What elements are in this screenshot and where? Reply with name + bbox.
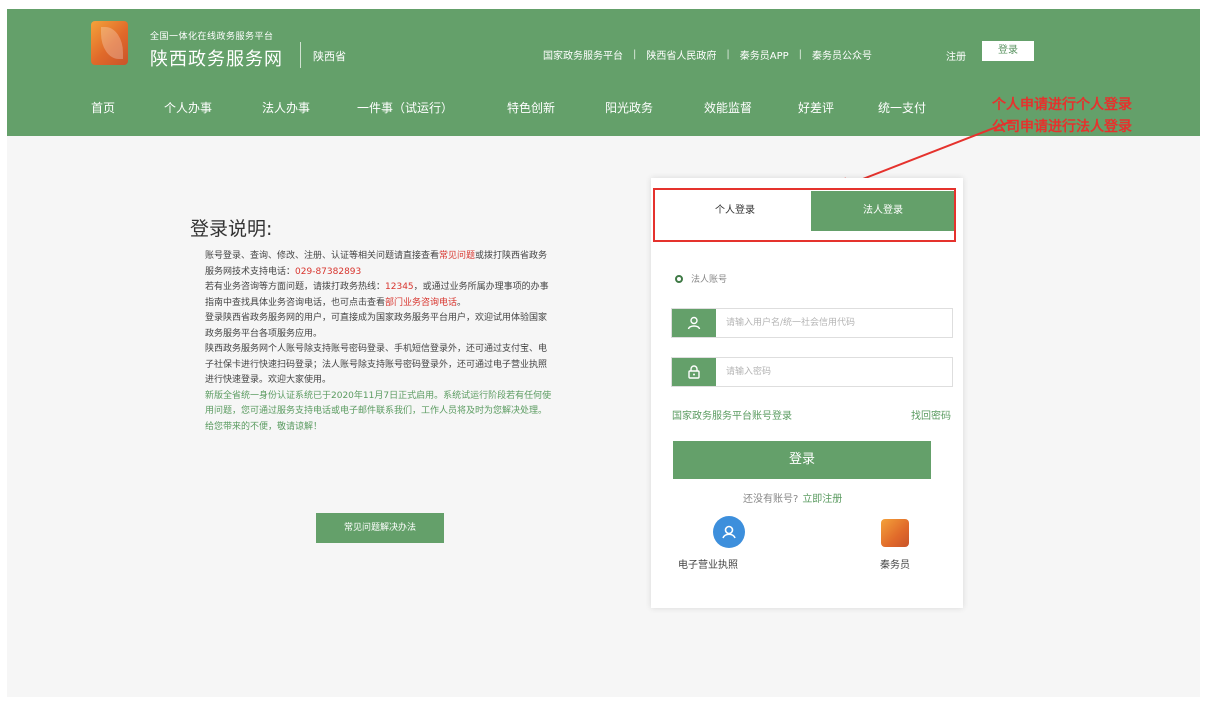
nav-item-one-thing[interactable]: 一件事（试运行） [357, 99, 453, 116]
region-label[interactable]: 陕西省 [313, 48, 346, 64]
annotation-line-1: 个人申请进行个人登录 [992, 97, 1132, 113]
top-link-app[interactable]: 秦务员APP [740, 47, 789, 62]
password-field [671, 357, 953, 387]
annotation-text: 个人申请进行个人登录 公司申请进行法人登录 [992, 94, 1132, 138]
instructions-paragraph: 登录陕西省政务服务网的用户，可直接成为国家政务服务平台用户，欢迎试用体验国家政务… [205, 313, 548, 339]
forgot-password-link[interactable]: 找回密码 [911, 407, 951, 422]
top-link-national-platform[interactable]: 国家政务服务平台 [543, 47, 623, 62]
radio-selected-icon[interactable] [675, 274, 683, 283]
top-link-official-account[interactable]: 秦务员公众号 [812, 47, 872, 62]
instructions-paragraph: 账号登录、查询、修改、注册、认证等相关问题请直接查看常见问题或拨打陕西省政务服务… [205, 249, 555, 280]
login-card: 个人登录 法人登录 法人账号 国家政务服务平台账号登录 找回密码 登录 还没有账… [651, 178, 963, 608]
login-tabs: 个人登录 法人登录 [659, 191, 955, 231]
link-separator: | [726, 49, 730, 60]
hotline: 12345 [385, 282, 414, 292]
platform-subtitle: 全国一体化在线政务服务平台 [150, 32, 274, 42]
instructions-notice: 新版全省统一身份认证系统已于2020年11月7日正式启用。系统试运行阶段若有任何… [205, 390, 552, 432]
qr-code-icon[interactable] [922, 242, 957, 286]
annotation-line-2: 公司申请进行法人登录 [992, 119, 1132, 135]
nav-item-supervision[interactable]: 效能监督 [704, 99, 752, 116]
nav-item-open-gov[interactable]: 阳光政务 [605, 99, 653, 116]
tab-legal-login[interactable]: 法人登录 [811, 191, 955, 231]
password-input[interactable] [724, 363, 948, 381]
faq-link[interactable]: 常见问题 [439, 251, 475, 261]
ebiz-license-label[interactable]: 电子营业执照 [678, 556, 738, 571]
instr-text: 。 [457, 297, 467, 308]
username-field [671, 308, 953, 338]
account-type-row[interactable]: 法人账号 [675, 272, 727, 285]
register-now-link[interactable]: 立即注册 [802, 494, 842, 505]
no-account-row: 还没有账号? 立即注册 [743, 490, 842, 505]
nav-item-innovation[interactable]: 特色创新 [507, 99, 555, 116]
department-phone-link[interactable]: 部门业务咨询电话 [385, 298, 457, 308]
account-type-label: 法人账号 [691, 275, 728, 285]
no-account-text: 还没有账号? [743, 494, 799, 505]
user-icon [672, 309, 716, 337]
instr-text: 若有业务咨询等方面问题，请拨打政务热线： [205, 282, 386, 292]
login-button[interactable]: 登录 [673, 441, 931, 479]
qinwuyuan-icon[interactable] [881, 519, 909, 547]
instructions-body: 账号登录、查询、修改、注册、认证等相关问题请直接查看常见问题或拨打陕西省政务服务… [205, 249, 555, 435]
instructions-title: 登录说明: [190, 218, 273, 240]
support-phone: 029-87382893 [295, 266, 362, 277]
nav-item-rating[interactable]: 好差评 [798, 99, 834, 116]
logo-icon[interactable] [91, 21, 128, 65]
register-link[interactable]: 注册 [946, 48, 966, 63]
nav-item-payment[interactable]: 统一支付 [878, 99, 926, 116]
page-frame: 全国一体化在线政务服务平台 陕西政务服务网 陕西省 国家政务服务平台 | 陕西省… [7, 9, 1200, 697]
top-links: 国家政务服务平台 | 陕西省人民政府 | 秦务员APP | 秦务员公众号 [543, 47, 872, 62]
top-link-provincial-gov[interactable]: 陕西省人民政府 [646, 47, 716, 62]
national-platform-login-link[interactable]: 国家政务服务平台账号登录 [672, 407, 792, 422]
instructions-paragraph: 若有业务咨询等方面问题，请拨打政务热线：12345，或通过业务所属办理事项的办事… [205, 280, 555, 311]
faq-solutions-button[interactable]: 常见问题解决办法 [316, 513, 444, 543]
nav-item-legal[interactable]: 法人办事 [262, 99, 310, 116]
instructions-paragraph: 陕西政务服务网个人账号除支持账号密码登录、手机短信登录外，还可通过支付宝、电子社… [205, 344, 548, 385]
header-login-button[interactable]: 登录 [982, 41, 1034, 61]
link-separator: | [633, 49, 637, 60]
tab-personal-login[interactable]: 个人登录 [659, 191, 811, 231]
lock-icon [672, 358, 716, 386]
nav-item-home[interactable]: 首页 [91, 99, 115, 116]
qinwuyuan-label[interactable]: 秦务员 [880, 556, 910, 571]
username-input[interactable] [724, 314, 948, 332]
nav-item-personal[interactable]: 个人办事 [164, 99, 212, 116]
ebiz-license-icon[interactable] [713, 516, 745, 548]
title-divider [300, 42, 301, 68]
site-title[interactable]: 陕西政务服务网 [150, 45, 283, 71]
link-separator: | [798, 49, 803, 60]
instr-text: 账号登录、查询、修改、注册、认证等相关问题请直接查看 [205, 251, 440, 261]
